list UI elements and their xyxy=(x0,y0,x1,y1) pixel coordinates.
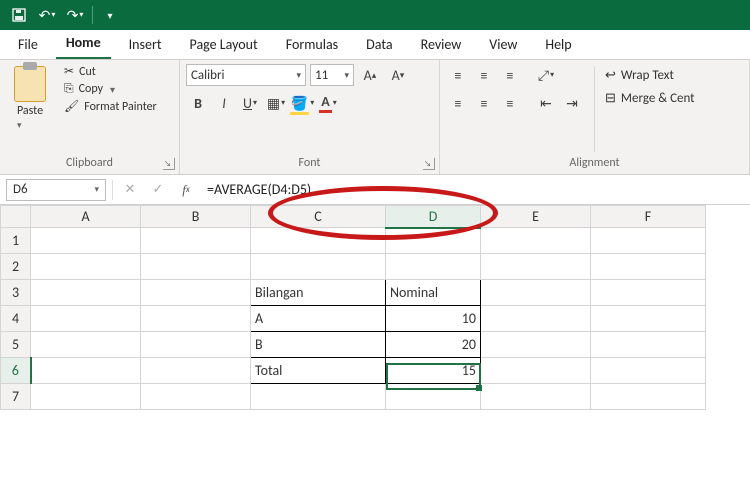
ribbon-tabs: File Home Insert Page Layout Formulas Da… xyxy=(0,30,750,60)
tab-page-layout[interactable]: Page Layout xyxy=(180,30,268,59)
cell[interactable]: Bilangan xyxy=(251,280,386,306)
format-painter-icon: 🖌 xyxy=(64,99,79,114)
cell-selected[interactable]: 15 xyxy=(386,358,481,384)
bold-button[interactable]: B xyxy=(186,92,210,114)
worksheet[interactable]: A B C D E F 1 2 3BilanganNominal 4A10 5B… xyxy=(0,205,750,410)
formula-input[interactable] xyxy=(203,179,744,201)
tab-insert[interactable]: Insert xyxy=(119,30,172,59)
cell[interactable]: 20 xyxy=(386,332,481,358)
ribbon-group-clipboard: Paste▾ ✂Cut ⎘Copy▾ 🖌Format Painter Clipb… xyxy=(0,60,180,174)
formula-bar: D6▾ ✕ ✓ fx xyxy=(0,175,750,205)
enter-icon[interactable]: ✓ xyxy=(147,179,169,201)
cut-button[interactable]: ✂Cut xyxy=(64,64,157,79)
customize-qat-icon[interactable]: ▾ xyxy=(97,2,123,28)
select-all-corner[interactable] xyxy=(1,206,31,228)
tab-help[interactable]: Help xyxy=(535,30,581,59)
group-label-alignment: Alignment xyxy=(446,154,743,174)
save-icon[interactable] xyxy=(6,2,32,28)
row-header[interactable]: 4 xyxy=(1,306,31,332)
font-size-combo[interactable]: 11▾ xyxy=(310,64,354,86)
align-middle-icon[interactable]: ≡ xyxy=(472,64,496,86)
align-right-icon[interactable]: ≡ xyxy=(498,92,522,114)
increase-indent-icon[interactable]: ⇥ xyxy=(560,92,584,114)
decrease-indent-icon[interactable]: ⇤ xyxy=(534,92,558,114)
group-label-clipboard: Clipboard xyxy=(6,154,173,174)
name-box[interactable]: D6▾ xyxy=(6,179,106,201)
fx-icon[interactable]: fx xyxy=(175,179,197,201)
ribbon-group-font: Calibri▾ 11▾ A▴ A▾ B I U▾ ▦▾ 🪣▾ A▾ Font xyxy=(180,60,440,174)
orientation-icon[interactable]: ⤢▾ xyxy=(534,64,558,86)
row-header[interactable]: 2 xyxy=(1,254,31,280)
decrease-font-icon[interactable]: A▾ xyxy=(386,64,410,86)
paste-button[interactable]: Paste▾ xyxy=(17,104,43,132)
tab-review[interactable]: Review xyxy=(411,30,472,59)
cell[interactable]: Nominal xyxy=(386,280,481,306)
format-painter-button[interactable]: 🖌Format Painter xyxy=(64,99,157,114)
cancel-icon[interactable]: ✕ xyxy=(119,179,141,201)
align-top-icon[interactable]: ≡ xyxy=(446,64,470,86)
cell[interactable]: Total xyxy=(251,358,386,384)
borders-button[interactable]: ▦▾ xyxy=(264,92,288,114)
cell[interactable]: A xyxy=(251,306,386,332)
tab-home[interactable]: Home xyxy=(56,28,111,59)
col-header[interactable]: B xyxy=(141,206,251,228)
col-header[interactable]: C xyxy=(251,206,386,228)
merge-icon: ⊟ xyxy=(605,91,616,106)
col-header[interactable]: F xyxy=(591,206,706,228)
row-header[interactable]: 3 xyxy=(1,280,31,306)
align-left-icon[interactable]: ≡ xyxy=(446,92,470,114)
copy-icon: ⎘ xyxy=(64,82,74,96)
redo-icon[interactable]: ↷▾ xyxy=(62,2,88,28)
dialog-launcher-icon[interactable] xyxy=(423,158,435,170)
row-header[interactable]: 6 xyxy=(1,358,31,384)
tab-file[interactable]: File xyxy=(8,30,48,59)
row-header[interactable]: 1 xyxy=(1,228,31,254)
font-name-combo[interactable]: Calibri▾ xyxy=(186,64,306,86)
col-header[interactable]: D xyxy=(386,206,481,228)
undo-icon[interactable]: ↶▾ xyxy=(34,2,60,28)
font-color-button[interactable]: A▾ xyxy=(316,92,340,114)
align-bottom-icon[interactable]: ≡ xyxy=(498,64,522,86)
col-header[interactable]: E xyxy=(481,206,591,228)
ribbon-group-alignment: ≡ ≡ ≡ ⤢▾ ≡ ≡ ≡ ⇤ ⇥ ↩Wrap Text ⊟Mer xyxy=(440,60,750,174)
merge-center-button[interactable]: ⊟Merge & Cent xyxy=(605,91,695,106)
tab-data[interactable]: Data xyxy=(356,30,402,59)
tab-formulas[interactable]: Formulas xyxy=(276,30,348,59)
row-header[interactable]: 7 xyxy=(1,384,31,410)
separator xyxy=(92,6,93,24)
ribbon: Paste▾ ✂Cut ⎘Copy▾ 🖌Format Painter Clipb… xyxy=(0,60,750,175)
underline-button[interactable]: U▾ xyxy=(238,92,262,114)
cell[interactable]: 10 xyxy=(386,306,481,332)
dialog-launcher-icon[interactable] xyxy=(163,158,175,170)
increase-font-icon[interactable]: A▴ xyxy=(358,64,382,86)
group-label-font: Font xyxy=(186,154,433,174)
wrap-text-button[interactable]: ↩Wrap Text xyxy=(605,68,695,83)
quick-access-toolbar: ↶▾ ↷▾ ▾ xyxy=(0,0,750,30)
tab-view[interactable]: View xyxy=(479,30,527,59)
align-center-icon[interactable]: ≡ xyxy=(472,92,496,114)
copy-button[interactable]: ⎘Copy▾ xyxy=(64,82,157,96)
wrap-text-icon: ↩ xyxy=(605,68,616,83)
fill-color-button[interactable]: 🪣▾ xyxy=(290,92,314,114)
row-header[interactable]: 5 xyxy=(1,332,31,358)
italic-button[interactable]: I xyxy=(212,92,236,114)
col-header[interactable]: A xyxy=(31,206,141,228)
cell[interactable]: B xyxy=(251,332,386,358)
cut-icon: ✂ xyxy=(64,64,74,79)
paste-icon[interactable] xyxy=(14,66,46,102)
